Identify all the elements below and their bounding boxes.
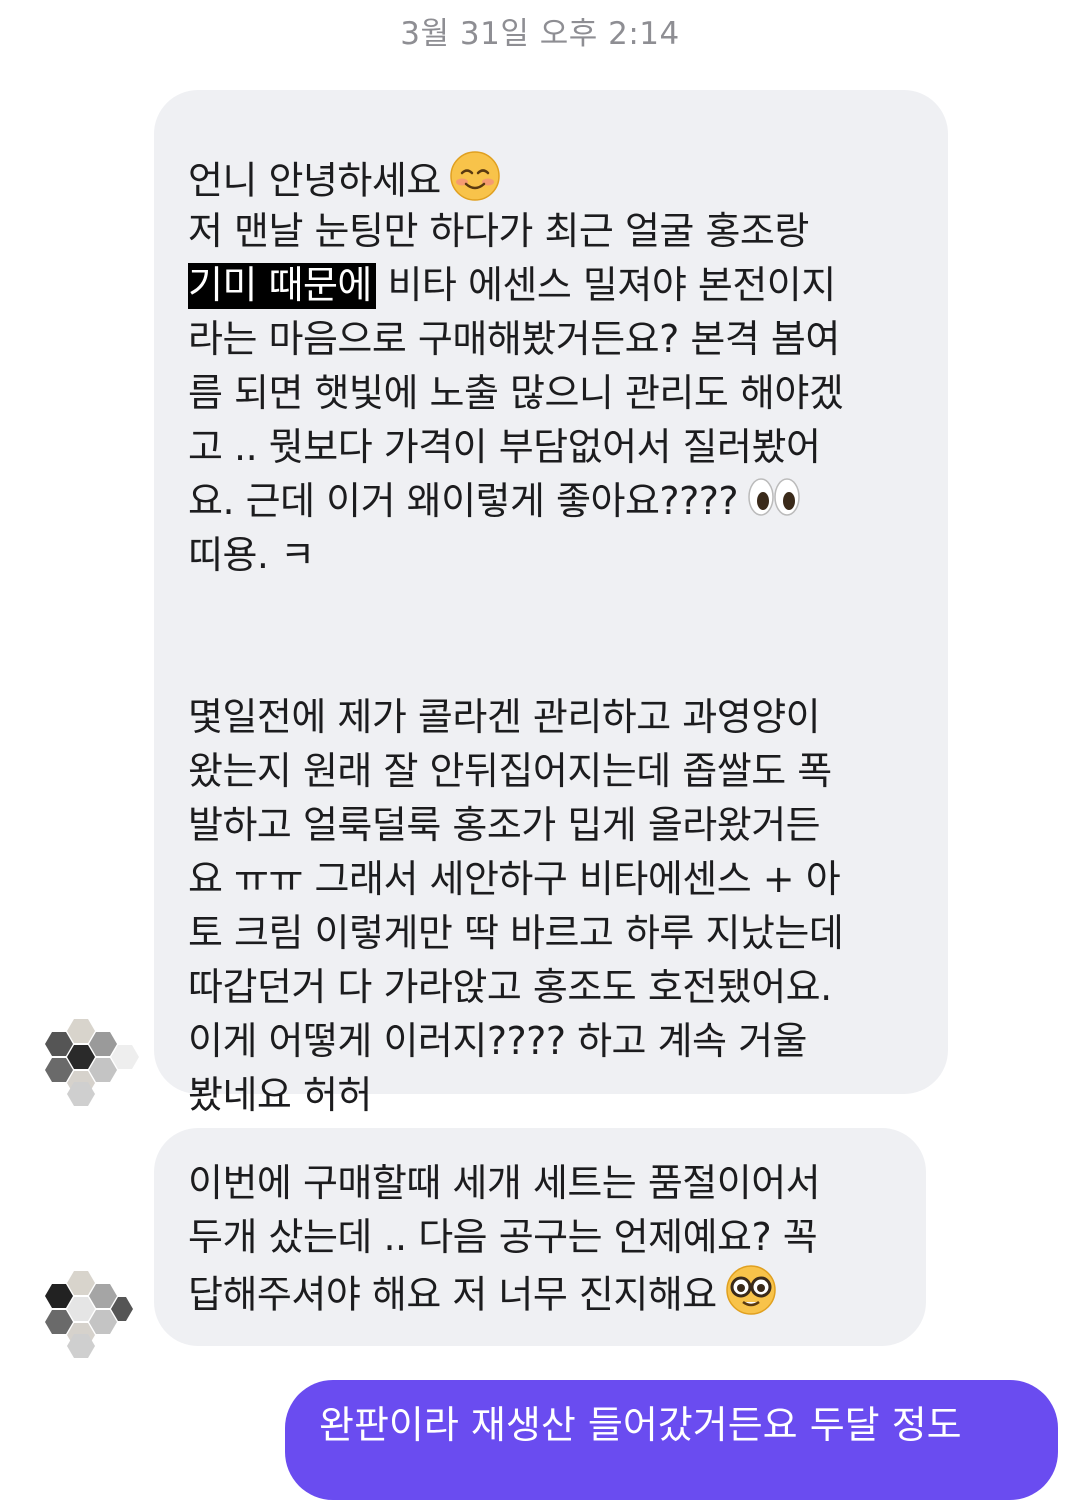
message-line: 요. 근데 이거 왜이렇게 좋아요???? [188, 474, 843, 528]
message-timestamp: 3월 31일 오후 2:14 [400, 16, 680, 52]
sender-avatar[interactable] [30, 1016, 140, 1106]
message-line: 름 되면 햇빛에 노출 많으니 관리도 해야겠 [188, 371, 844, 415]
message-line: 발하고 얼룩덜룩 홍조가 밉게 올라왔거든 [188, 803, 821, 847]
eyes-icon [746, 475, 802, 533]
message-line: 몇일전에 제가 콜라겐 관리하고 과영양이 [188, 695, 821, 739]
message-text: 이번에 구매할때 세개 세트는 품절이어서 두개 샀는데 .. 다음 공구는 언… [188, 1156, 821, 1318]
message-line: 언니 안녕하세요 [188, 150, 843, 204]
message-line: 이게 어떻게 이러지???? 하고 계속 거울 [188, 1019, 808, 1063]
message-line: 기미 때문에 비타 에센스 밀져야 본전이지 [188, 263, 836, 309]
message-text: 언니 안녕하세요 저 맨날 눈팅만 하다가 최근 얼굴 홍조랑 기미 때문에 비… [188, 150, 844, 1122]
message-line: 토 크림 이렇게만 딱 바르고 하루 지났는데 [188, 911, 844, 955]
message-line: 띠용. ㅋ [188, 533, 315, 577]
message-text: 완판이라 재생산 들어갔거든요 두달 정도 [319, 1403, 962, 1447]
message-line: 요 ㅠㅠ 그래서 세안하구 비타에센스 + 아 [188, 857, 841, 901]
message-line: 답해주셔야 해요 저 너무 진지해요 [188, 1264, 820, 1318]
message-line: 이번에 구매할때 세개 세트는 품절이어서 [188, 1161, 821, 1205]
nerd-face-icon [725, 1264, 777, 1330]
message-line: 봤네요 허허 [188, 1073, 372, 1117]
message-line: 고 .. 뭣보다 가격이 부담없어서 질러봤어 [188, 425, 821, 469]
highlighted-text: 기미 때문에 [188, 263, 376, 309]
outgoing-message-bubble[interactable]: 완판이라 재생산 들어갔거든요 두달 정도 [285, 1380, 1058, 1500]
message-line: 왔는지 원래 잘 안뒤집어지는데 좁쌀도 폭 [188, 749, 832, 793]
message-line: 따갑던거 다 가라앉고 홍조도 호전됐어요. [188, 965, 832, 1009]
message-line: 라는 마음으로 구매해봤거든요? 본격 봄여 [188, 317, 840, 361]
message-line: 두개 샀는데 .. 다음 공구는 언제예요? 꼭 [188, 1215, 818, 1259]
message-line: 저 맨날 눈팅만 하다가 최근 얼굴 홍조랑 [188, 209, 809, 253]
incoming-message-bubble[interactable]: 이번에 구매할때 세개 세트는 품절이어서 두개 샀는데 .. 다음 공구는 언… [154, 1128, 926, 1346]
sender-avatar[interactable] [30, 1268, 140, 1358]
incoming-message-bubble[interactable]: 언니 안녕하세요 저 맨날 눈팅만 하다가 최근 얼굴 홍조랑 기미 때문에 비… [154, 90, 948, 1117]
